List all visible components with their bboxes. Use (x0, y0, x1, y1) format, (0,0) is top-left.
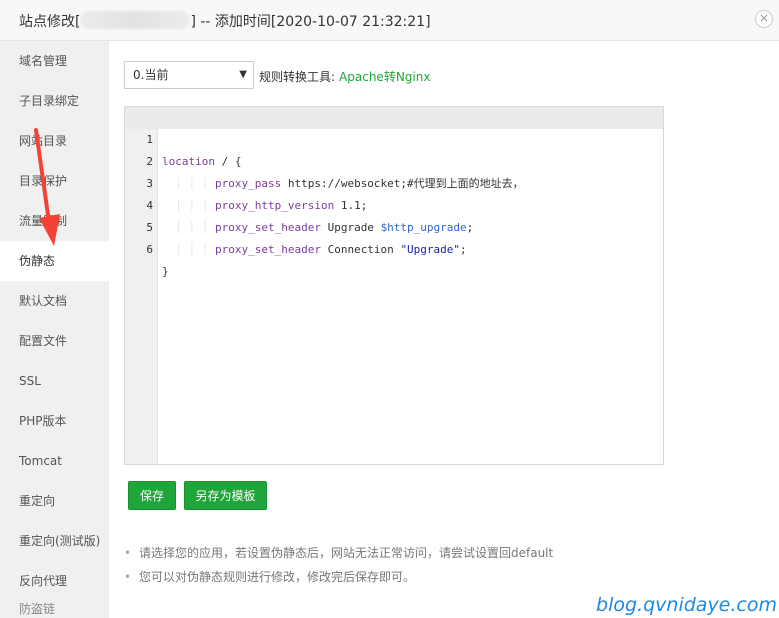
code-text: ; (460, 243, 467, 256)
tip-item: • 请选择您的应用，若设置伪静态后，网站无法正常访问，请尝试设置回default (124, 546, 554, 560)
code-keyword: proxy_set_header (214, 243, 321, 256)
sidebar-item-dir-protect[interactable]: 目录保护 (0, 161, 109, 201)
code-text: Connection (320, 243, 401, 256)
tip-item: • 您可以对伪静态规则进行修改，修改完后保存即可。 (124, 570, 416, 584)
sidebar-item-domains[interactable]: 域名管理 (0, 41, 109, 81)
sidebar-item-rewrite[interactable]: 伪静态 (0, 241, 109, 281)
sidebar-item-default-doc[interactable]: 默认文档 (0, 281, 109, 321)
code-line: 2 ┊ ┊ ┊ proxy_pass https://websocket;#代理… (125, 129, 663, 190)
rewrite-panel: 0.当前 ▼ 规则转换工具: Apache转Nginx 1 location / … (109, 41, 779, 618)
rewrite-select-value: 0.当前 (133, 68, 169, 82)
apache-to-nginx-link[interactable]: Apache转Nginx (339, 70, 430, 84)
sidebar-item-reverse-proxy[interactable]: 反向代理 (0, 561, 109, 601)
sidebar-item-hotlink-protect[interactable]: 防盗链 (0, 601, 109, 618)
dialog-titlebar: 站点修改[ ] -- 添加时间[2020-10-07 21:32:21] × (0, 0, 779, 41)
code-line: 5 ┊ ┊ ┊ proxy_set_header Connection "Upg… (125, 195, 663, 256)
rewrite-template-select[interactable]: 0.当前 ▼ (124, 61, 254, 89)
sidebar-item-ssl[interactable]: SSL (0, 361, 109, 401)
sidebar-item-traffic-limit[interactable]: 流量限制 (0, 201, 109, 241)
code-line: 3 ┊ ┊ ┊ proxy_http_version 1.1; (125, 151, 663, 212)
tip-text: 您可以对伪静态规则进行修改，修改完后保存即可。 (139, 570, 416, 584)
caret-down-icon: ▼ (239, 69, 247, 80)
code-text: } (162, 265, 169, 278)
sidebar-item-redirect-beta[interactable]: 重定向(测试版) (0, 521, 109, 561)
title-prefix: 站点修改[ (19, 14, 81, 30)
line-number: 6 (146, 243, 153, 256)
redacted-domain (80, 11, 191, 29)
sidebar-item-redirect[interactable]: 重定向 (0, 481, 109, 521)
code-line: 4 ┊ ┊ ┊ proxy_set_header Upgrade $http_u… (125, 173, 663, 234)
help-tips: • 请选择您的应用，若设置伪静态后，网站无法正常访问，请尝试设置回default … (124, 541, 553, 589)
code-string: "Upgrade" (400, 243, 461, 256)
sidebar-item-tomcat[interactable]: Tomcat (0, 441, 109, 481)
rule-converter-label: 规则转换工具: (259, 70, 336, 84)
tip-text: 请选择您的应用，若设置伪静态后，网站无法正常访问，请尝试设置回default (139, 546, 554, 560)
sidebar-item-config-file[interactable]: 配置文件 (0, 321, 109, 361)
code-line: 6 } (125, 217, 663, 278)
sidebar-item-subdir-binding[interactable]: 子目录绑定 (0, 81, 109, 121)
save-button[interactable]: 保存 (128, 481, 176, 510)
close-icon[interactable]: × (755, 10, 773, 28)
title-suffix: ] -- 添加时间[2020-10-07 21:32:21] (190, 14, 431, 30)
sidebar-item-site-dir[interactable]: 网站目录 (0, 121, 109, 161)
sidebar: 域名管理 子目录绑定 网站目录 目录保护 流量限制 伪静态 默认文档 配置文件 … (0, 41, 109, 618)
watermark: blog.qvnidaye.com (596, 594, 777, 616)
dialog-title: 站点修改[ ] -- 添加时间[2020-10-07 21:32:21] (19, 11, 431, 31)
rule-converter: 规则转换工具: Apache转Nginx (259, 68, 430, 85)
code-line: 1 location / { (125, 107, 663, 168)
rewrite-code-editor[interactable]: 1 location / { 2 ┊ ┊ ┊ proxy_pass https:… (124, 106, 664, 465)
save-as-template-button[interactable]: 另存为模板 (184, 481, 267, 510)
sidebar-item-php-version[interactable]: PHP版本 (0, 401, 109, 441)
